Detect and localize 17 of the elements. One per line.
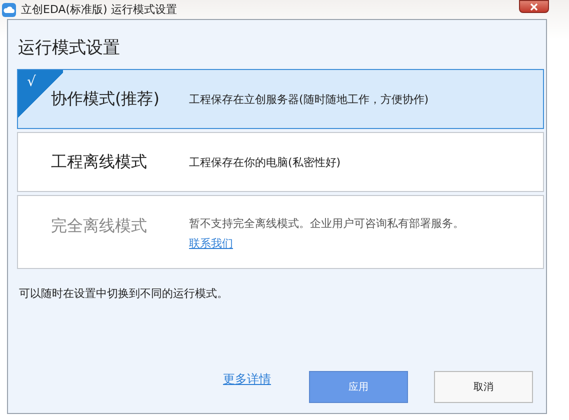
mode-description: 暂不支持完全离线模式。企业用户可咨询私有部署服务。: [189, 216, 464, 231]
dialog-heading: 运行模式设置: [17, 37, 121, 60]
check-mark: √: [27, 74, 36, 90]
window-title: 立创EDA(标准版) 运行模式设置: [21, 2, 177, 17]
mode-option[interactable]: √ 协作模式(推荐) 工程保存在立创服务器(随时随地工作，方便协作): [17, 69, 544, 129]
close-button[interactable]: [519, 0, 549, 13]
mode-name: 协作模式(推荐): [50, 88, 160, 110]
note-text: 可以随时在设置中切换到不同的运行模式。: [18, 286, 229, 301]
close-icon: [530, 2, 538, 10]
mode-name: 工程离线模式: [50, 152, 148, 172]
cancel-button[interactable]: 取消: [434, 371, 533, 403]
more-details-link[interactable]: 更多详情: [223, 371, 271, 388]
mode-name: 完全离线模式: [50, 216, 148, 237]
cloud-icon: [2, 2, 16, 16]
mode-option[interactable]: 工程离线模式 工程保存在你的电脑(私密性好): [17, 132, 544, 192]
mode-description: 工程保存在立创服务器(随时随地工作，方便协作): [189, 92, 429, 106]
mode-description: 工程保存在你的电脑(私密性好): [189, 154, 341, 170]
